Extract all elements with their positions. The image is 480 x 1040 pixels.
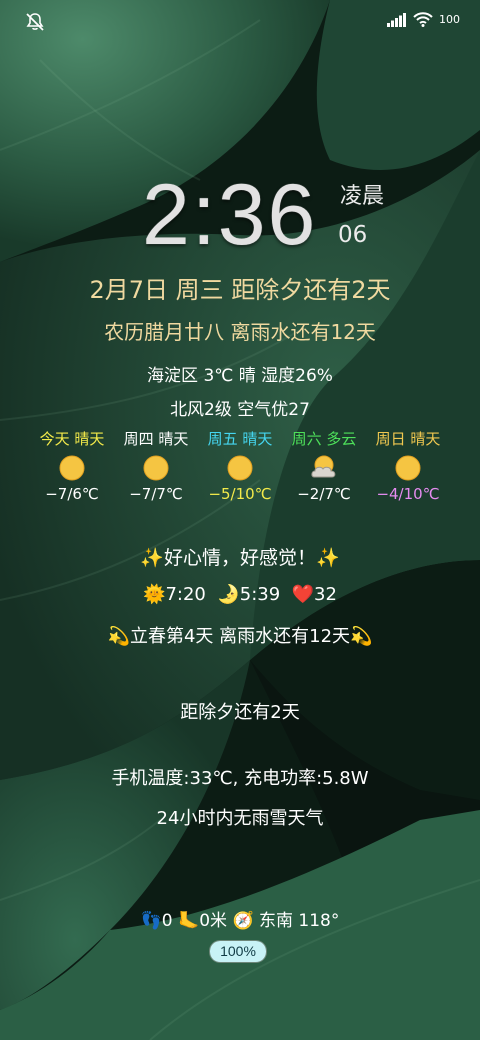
- forecast-day-temp: −2/7℃: [297, 485, 351, 503]
- sun-icon: [59, 455, 85, 481]
- clock-time: 2:36: [142, 167, 318, 263]
- wind-air-quality: 北风2级 空气优27: [170, 400, 310, 420]
- new-year-countdown: 距除夕还有2天: [180, 702, 300, 723]
- wifi-icon: [413, 12, 433, 27]
- heart-icon: ❤️: [291, 584, 315, 605]
- dizzy-star-icon: 💫: [350, 626, 373, 647]
- forecast-day-temp: −5/10℃: [208, 485, 272, 503]
- forecast-day: 周日 晴天 −4/10℃: [366, 428, 450, 503]
- distance-value: 0米: [199, 911, 228, 931]
- phone-status-line: 手机温度:33℃, 充电功率:5.8W: [111, 768, 369, 789]
- sun-icon: [395, 455, 421, 481]
- forecast-day-label: 今天 晴天: [39, 430, 105, 448]
- mood-line: ✨好心情，好感觉！✨: [0, 543, 480, 570]
- date-line: 2月7日 周三 距除夕还有2天: [89, 276, 391, 304]
- sparkles-icon: ✨: [140, 547, 164, 569]
- mood-text: 好心情，好感觉！: [163, 547, 316, 569]
- dizzy-star-icon: 💫: [107, 626, 130, 647]
- forecast-day: 周六 多云 −2/7℃: [282, 428, 366, 503]
- sun-icon: [227, 455, 253, 481]
- steps-line: 👣0 🦶0米 🧭 东南 118°: [0, 906, 480, 931]
- rain-forecast-line: 24小时内无雨雪天气: [156, 808, 324, 829]
- lunar-line: 农历腊月廿八 离雨水还有12天: [104, 320, 376, 344]
- sun-face-icon: 🌞: [143, 584, 166, 605]
- sun-moon-line: 🌞7:20 🌛5:39 ❤️32: [0, 584, 480, 605]
- forecast-day: 今天 晴天 −7/6℃: [30, 428, 114, 503]
- partly-cloudy-icon: [311, 455, 336, 478]
- weather-forecast[interactable]: 今天 晴天 −7/6℃ 周四 晴天 −7/7℃ 周五 晴天 −5/10℃ 周六 …: [30, 428, 450, 503]
- forecast-day: 周五 晴天 −5/10℃: [198, 428, 282, 503]
- current-weather: 海淀区 3℃ 晴 湿度26%: [147, 366, 333, 386]
- forecast-day-temp: −4/10℃: [376, 485, 440, 503]
- sunrise-time: 7:20: [165, 584, 206, 605]
- cellular-signal-icon: [387, 12, 406, 27]
- sun-icon: [143, 455, 169, 481]
- compass-icon: 🧭: [232, 911, 254, 931]
- forecast-day-label: 周四 晴天: [123, 430, 189, 448]
- sparkles-icon: ✨: [316, 547, 340, 569]
- moon-face-icon: 🌛: [217, 584, 240, 605]
- notifications-muted-icon: [26, 13, 44, 31]
- solar-term-text: 立春第4天 离雨水还有12天: [129, 626, 351, 647]
- forecast-day-temp: −7/6℃: [45, 485, 99, 503]
- forecast-day-label: 周六 多云: [291, 430, 357, 448]
- forecast-day-temp: −7/7℃: [129, 485, 183, 503]
- moonrise-time: 5:39: [239, 584, 281, 605]
- battery-percent: 100%: [220, 943, 256, 959]
- foot-icon: 🦶: [178, 911, 200, 931]
- clock-seconds: 06: [338, 222, 368, 248]
- footprints-icon: 👣: [140, 911, 162, 931]
- battery-indicator: 100%: [209, 940, 267, 963]
- forecast-day-label: 周五 晴天: [207, 430, 273, 448]
- status-bar: 100: [0, 0, 480, 44]
- clock[interactable]: 2:36 凌晨 06: [0, 170, 480, 260]
- compass-direction: 东南 118°: [259, 911, 340, 931]
- forecast-day: 周四 晴天 −7/7℃: [114, 428, 198, 503]
- forecast-day-label: 周日 晴天: [375, 430, 441, 448]
- solar-term-line: 💫立春第4天 离雨水还有12天💫: [0, 622, 480, 648]
- wallpaper-leaves: [0, 0, 480, 1040]
- battery-level: 100: [439, 13, 460, 26]
- clock-period: 凌晨: [340, 184, 385, 209]
- heart-rate: 32: [314, 584, 337, 605]
- steps-value: 0: [161, 911, 173, 931]
